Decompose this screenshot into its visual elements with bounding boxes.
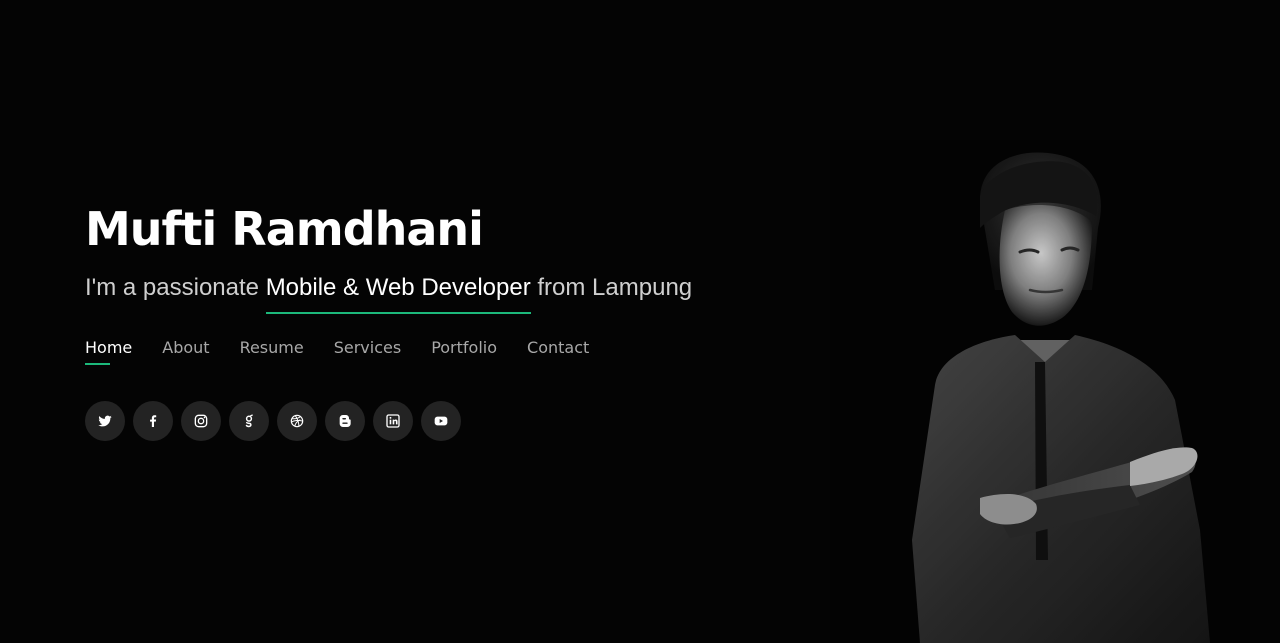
linkedin-icon xyxy=(386,414,400,428)
hero-tagline: I'm a passionate Mobile & Web Developer … xyxy=(85,272,693,314)
hero-section: Mufti Ramdhani I'm a passionate Mobile &… xyxy=(0,0,1280,643)
social-links xyxy=(85,401,461,441)
nav-item-contact[interactable]: Contact xyxy=(527,337,589,359)
tagline-prefix: I'm a passionate xyxy=(85,274,266,301)
dribbble-icon xyxy=(290,414,304,428)
youtube-link[interactable] xyxy=(421,401,461,441)
twitter-icon xyxy=(98,415,112,427)
blogger-icon xyxy=(339,415,351,427)
nav-item-about[interactable]: About xyxy=(162,337,209,359)
google-plus-link[interactable] xyxy=(229,401,269,441)
tagline-suffix: from Lampung xyxy=(530,274,693,301)
instagram-icon xyxy=(194,414,208,428)
profile-photo xyxy=(830,140,1250,643)
google-plus-icon xyxy=(245,414,253,428)
dribbble-link[interactable] xyxy=(277,401,317,441)
nav-item-resume[interactable]: Resume xyxy=(240,337,304,359)
nav-item-portfolio[interactable]: Portfolio xyxy=(431,337,497,359)
nav-item-home[interactable]: Home xyxy=(85,337,132,365)
facebook-icon xyxy=(150,415,157,427)
hero-name: Mufti Ramdhani xyxy=(85,202,484,256)
linkedin-link[interactable] xyxy=(373,401,413,441)
instagram-link[interactable] xyxy=(181,401,221,441)
twitter-link[interactable] xyxy=(85,401,125,441)
facebook-link[interactable] xyxy=(133,401,173,441)
nav-item-services[interactable]: Services xyxy=(334,337,401,359)
youtube-icon xyxy=(434,416,448,426)
tagline-role: Mobile & Web Developer xyxy=(265,272,531,314)
blogger-link[interactable] xyxy=(325,401,365,441)
